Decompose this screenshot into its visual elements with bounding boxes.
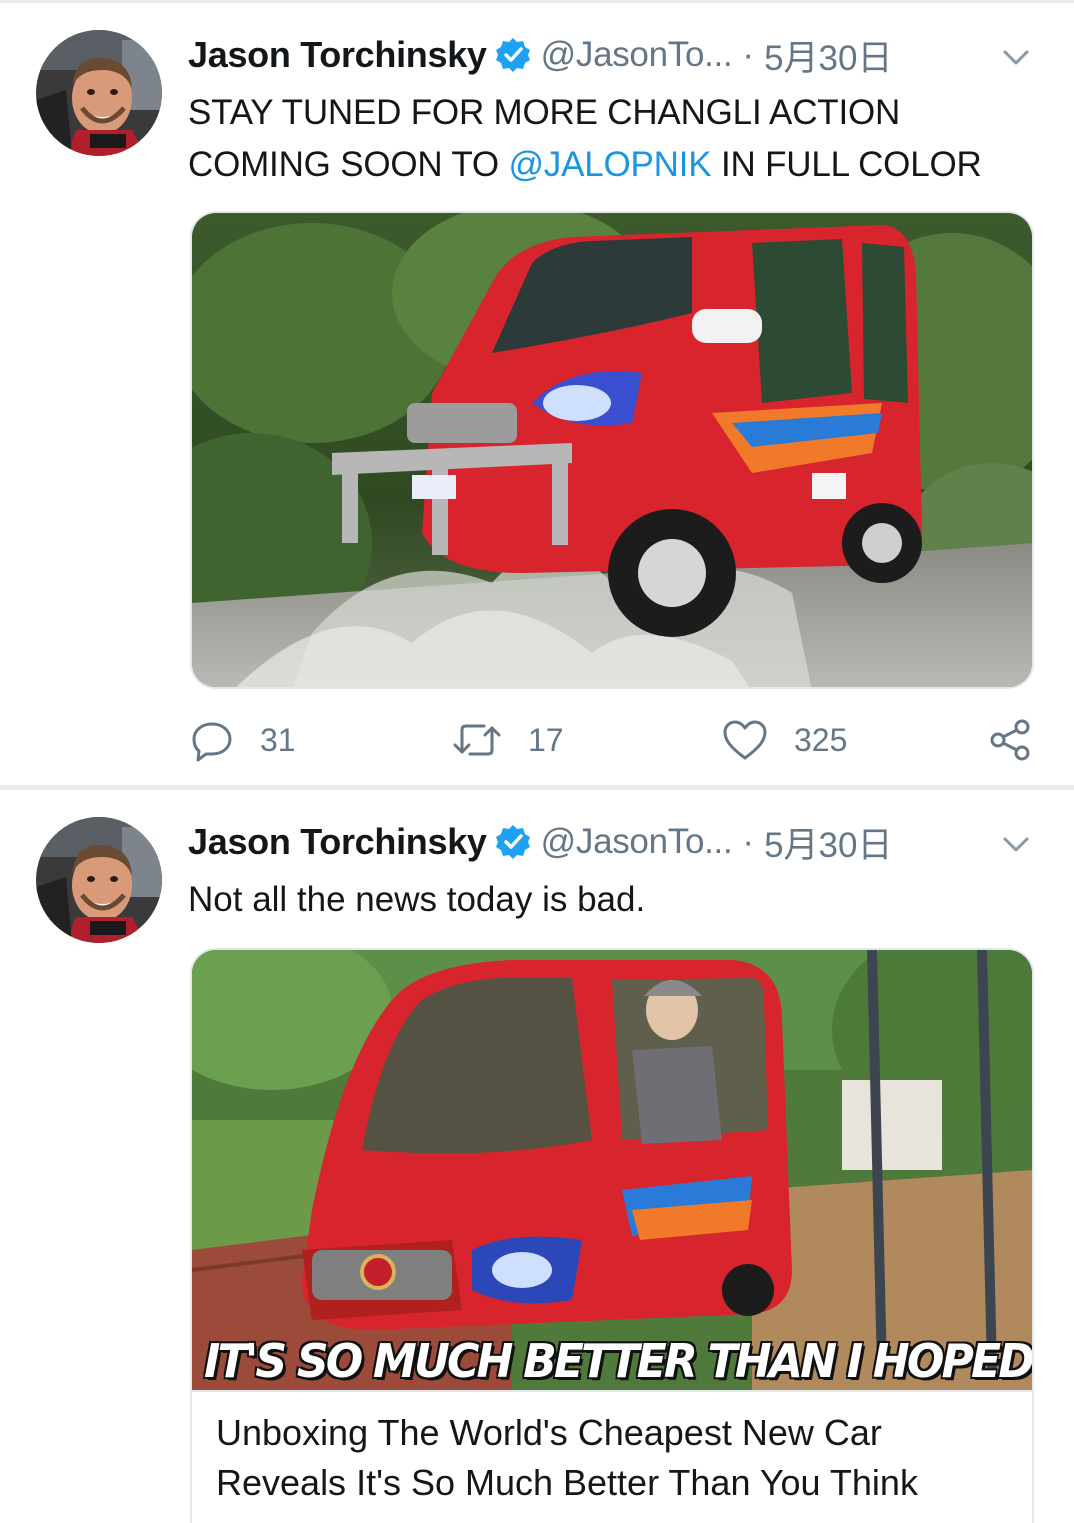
retweet-button[interactable]: 17 [452, 715, 564, 765]
share-button[interactable] [988, 715, 1032, 765]
tweet-1[interactable]: Jason Torchinsky @JasonTo... · 5月30日 STA… [0, 3, 1074, 787]
tweet-media-image[interactable] [190, 211, 1034, 689]
mention-link[interactable]: @JALOPNIK [508, 145, 711, 184]
handle[interactable]: @JasonTo... [541, 35, 733, 75]
tweet-header: Jason Torchinsky @JasonTo... · 5月30日 [188, 820, 892, 865]
display-name[interactable]: Jason Torchinsky [188, 821, 487, 863]
card-image: IT'S SO MUCH BETTER THAN I HOPED [192, 950, 1032, 1390]
separator-dot: · [742, 822, 755, 861]
tweet-date[interactable]: 5月30日 [764, 30, 892, 81]
like-count: 325 [794, 721, 848, 758]
handle[interactable]: @JasonTo... [541, 822, 733, 862]
chevron-down-icon[interactable] [1000, 828, 1032, 860]
tweet-text-fragment: IN FULL COLOR [711, 145, 982, 184]
tweet-text-line: COMING SOON TO @JALOPNIK IN FULL COLOR [188, 139, 1048, 191]
avatar[interactable] [36, 30, 162, 156]
reply-bubble-icon [192, 722, 232, 762]
like-button[interactable]: 325 [722, 715, 847, 765]
retweet-count: 17 [528, 721, 564, 758]
separator-dot: · [742, 35, 755, 74]
card-title[interactable]: Unboxing The World's Cheapest New Car Re… [216, 1408, 1016, 1508]
tweet-header: Jason Torchinsky @JasonTo... · 5月30日 [188, 33, 892, 78]
heart-icon [723, 720, 767, 760]
tweet-text: STAY TUNED FOR MORE CHANGLI ACTION COMIN… [188, 87, 1048, 191]
tweet-text: Not all the news today is bad. [188, 880, 646, 919]
card-body[interactable]: Unboxing The World's Cheapest New Car Re… [192, 1390, 1032, 1523]
card-title-line: Unboxing The World's Cheapest New Car [216, 1412, 882, 1453]
reply-count: 31 [260, 721, 296, 758]
verified-badge-icon [495, 825, 530, 859]
card-title-line: Reveals It's So Much Better Than You Thi… [216, 1462, 918, 1503]
avatar[interactable] [36, 817, 162, 943]
tweet-actions: 31 17 325 [190, 715, 1040, 765]
share-icon [990, 719, 1030, 761]
retweet-icon [453, 724, 501, 756]
tweet-date[interactable]: 5月30日 [764, 817, 892, 868]
link-card[interactable]: IT'S SO MUCH BETTER THAN I HOPED Unboxin… [190, 948, 1034, 1523]
chevron-down-icon[interactable] [1000, 41, 1032, 73]
tweet-2[interactable]: Jason Torchinsky @JasonTo... · 5月30日 Not… [0, 790, 1074, 1523]
tweet-text-line: STAY TUNED FOR MORE CHANGLI ACTION [188, 93, 901, 132]
card-banner-text: IT'S SO MUCH BETTER THAN I HOPED [204, 1334, 1032, 1388]
display-name[interactable]: Jason Torchinsky [188, 34, 487, 76]
reply-button[interactable]: 31 [190, 715, 296, 765]
tweet-text-fragment: COMING SOON TO [188, 145, 509, 184]
verified-badge-icon [495, 38, 530, 72]
